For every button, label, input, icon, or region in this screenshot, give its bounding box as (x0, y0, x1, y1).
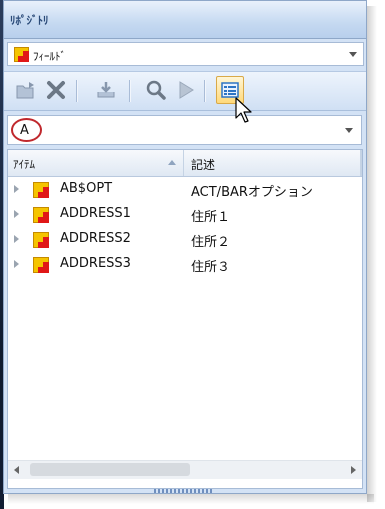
row-item-description: ACT/BARオプション (191, 185, 313, 200)
properties-icon (221, 82, 239, 98)
panel-title: ﾘﾎﾟｼﾞﾄﾘ (10, 14, 49, 27)
row-item-name: ADDRESS1 (60, 206, 131, 221)
play-icon (179, 81, 194, 99)
chevron-down-icon[interactable] (345, 128, 353, 133)
column-header-item[interactable]: ｱｲﾃﾑ (8, 150, 184, 176)
scroll-right-icon[interactable] (351, 466, 356, 474)
repository-panel: ﾘﾎﾟｼﾞﾄﾘ ﾌｨｰﾙﾄﾞ A ｱｲﾃﾑ 記述 AB$OPT ACT/BARオ… (3, 0, 367, 494)
row-item-name: ADDRESS2 (60, 231, 131, 246)
search-filter-select[interactable]: A (7, 115, 362, 145)
annotation-circle (11, 118, 42, 142)
sort-ascending-icon (168, 160, 176, 165)
resize-grip[interactable] (154, 489, 214, 493)
field-icon (33, 257, 49, 273)
delete-icon (47, 81, 65, 99)
toolbar-separator (129, 80, 131, 102)
header-divider (360, 150, 362, 176)
toolbar (4, 71, 366, 111)
object-type-value: ﾌｨｰﾙﾄﾞ (33, 50, 66, 63)
toolbar-separator (204, 80, 206, 102)
search-button[interactable] (144, 78, 168, 102)
column-header-description-label: 記述 (191, 158, 216, 172)
row-item-description: 住所３ (191, 260, 231, 275)
table-row[interactable]: AB$OPT ACT/BARオプション (8, 177, 362, 202)
window-shadow-right (367, 6, 377, 502)
scroll-left-icon[interactable] (14, 466, 19, 474)
expand-arrow-icon[interactable] (14, 185, 19, 193)
table-row[interactable]: ADDRESS1 住所１ (8, 202, 362, 227)
mouse-pointer-icon (235, 97, 252, 123)
window-shadow-bottom (8, 494, 374, 504)
column-header-item-label: ｱｲﾃﾑ (13, 158, 35, 171)
chevron-down-icon[interactable] (349, 52, 357, 57)
row-item-description: 住所２ (191, 235, 231, 250)
import-button[interactable] (94, 78, 118, 102)
row-item-description: 住所１ (191, 210, 231, 225)
scrollbar-thumb[interactable] (30, 463, 190, 476)
expand-arrow-icon[interactable] (14, 260, 19, 268)
row-item-name: ADDRESS3 (60, 256, 131, 271)
search-icon (146, 80, 166, 100)
run-button[interactable] (174, 78, 198, 102)
horizontal-scrollbar[interactable] (8, 460, 362, 479)
field-icon (33, 207, 49, 223)
table-row[interactable]: ADDRESS3 住所３ (8, 252, 362, 277)
object-type-select[interactable]: ﾌｨｰﾙﾄﾞ (7, 42, 364, 66)
field-icon (33, 232, 49, 248)
item-grid: ｱｲﾃﾑ 記述 AB$OPT ACT/BARオプション ADDRESS1 住所１… (7, 149, 363, 489)
delete-button[interactable] (44, 78, 68, 102)
field-icon (33, 182, 49, 198)
expand-arrow-icon[interactable] (14, 210, 19, 218)
panel-titlebar: ﾘﾎﾟｼﾞﾄﾘ (4, 1, 366, 39)
open-folder-icon (16, 82, 34, 99)
field-icon (14, 47, 29, 62)
open-folder-button[interactable] (14, 78, 38, 102)
grid-header: ｱｲﾃﾑ 記述 (8, 150, 362, 177)
expand-arrow-icon[interactable] (14, 235, 19, 243)
toolbar-separator (76, 80, 78, 102)
table-row[interactable]: ADDRESS2 住所２ (8, 227, 362, 252)
import-icon (97, 82, 115, 98)
row-item-name: AB$OPT (60, 181, 113, 196)
